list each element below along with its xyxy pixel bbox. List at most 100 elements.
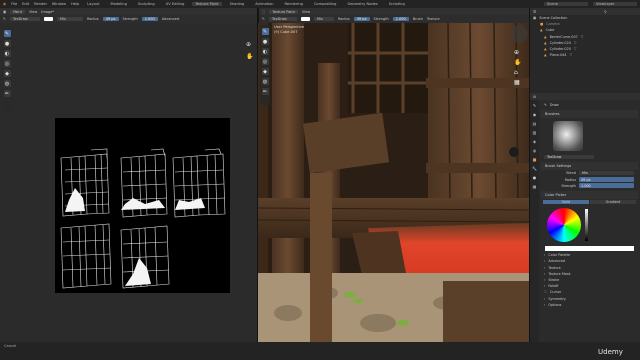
- texture-tab-icon[interactable]: ▦: [533, 184, 537, 189]
- clone-tool-icon[interactable]: ◎: [3, 60, 11, 67]
- brush-settings-title[interactable]: Brush Settings: [541, 162, 638, 171]
- color-swatch[interactable]: [43, 17, 53, 21]
- brush-preview-icon[interactable]: [553, 121, 583, 152]
- tab-texture-paint[interactable]: Texture Paint: [192, 2, 222, 6]
- viewport-mode-selector[interactable]: Texture Paint: [269, 9, 298, 14]
- image-tool-header: ✎ TexDraw Mix Radius 49 px Strength 1.00…: [0, 15, 258, 23]
- editor-type-icon[interactable]: ▣: [3, 10, 6, 14]
- tab-solid[interactable]: Solid: [543, 200, 589, 205]
- viewport-zoom-icon[interactable]: ⊕: [514, 49, 519, 56]
- 3d-viewport[interactable]: User Perspective (9) Cube.007 ✎ ● ◐ ◎ ◆ …: [258, 23, 530, 342]
- menu-render[interactable]: Render: [34, 2, 47, 6]
- section-options[interactable]: › Options: [541, 302, 638, 308]
- viewport-hand-icon[interactable]: ✋: [514, 59, 521, 66]
- viewport-camera-icon[interactable]: ⌂: [514, 69, 518, 76]
- uv-texture-canvas[interactable]: [55, 118, 230, 293]
- viewport-brush-menu[interactable]: Brush: [413, 17, 423, 21]
- current-color-swatch[interactable]: [545, 246, 634, 252]
- viewport-brush-name[interactable]: TexDraw: [268, 17, 297, 21]
- mode-selector[interactable]: Paint: [10, 9, 25, 14]
- properties-icon[interactable]: ⚙: [533, 95, 536, 99]
- viewport-smear-tool-icon[interactable]: ◐: [261, 48, 269, 55]
- smear-tool-icon[interactable]: ◐: [3, 50, 11, 57]
- advanced-menu[interactable]: Advanced: [162, 17, 179, 21]
- viewport-brush-icon[interactable]: ✎: [262, 17, 265, 21]
- tab-geometry-nodes[interactable]: Geometry Nodes: [344, 2, 380, 6]
- viewport-clone-tool-icon[interactable]: ◎: [261, 58, 269, 65]
- object-tab-icon[interactable]: ■: [533, 157, 537, 162]
- tab-modeling[interactable]: Modeling: [108, 2, 130, 6]
- viewport-view-menu[interactable]: View: [302, 10, 310, 14]
- blender-logo-icon[interactable]: ◉: [3, 2, 6, 6]
- scene-selector[interactable]: Scene: [544, 2, 588, 6]
- zoom-icon[interactable]: ⊕: [246, 41, 251, 48]
- strength-field[interactable]: 1.000: [141, 17, 158, 21]
- viewport-fill-tool-icon[interactable]: ◆: [261, 68, 269, 75]
- tab-scripting[interactable]: Scripting: [386, 2, 408, 6]
- brush-icon[interactable]: ✎: [3, 17, 6, 21]
- color-picker-title[interactable]: Color Picker: [541, 190, 638, 199]
- color-wheel-row: [541, 205, 638, 245]
- checkbox-icon[interactable]: ☑: [544, 290, 547, 294]
- viewport-radius-field[interactable]: 49 px: [353, 17, 370, 21]
- strength-slider[interactable]: 1.000: [579, 183, 634, 189]
- brush-tool-row[interactable]: ✎ Draw: [541, 102, 638, 108]
- scene-tab-icon[interactable]: ◈: [533, 139, 536, 144]
- outliner-icon[interactable]: ☰: [533, 10, 536, 14]
- view-layer-tab-icon[interactable]: ▧: [533, 130, 537, 135]
- brush-name[interactable]: TexDraw: [9, 17, 40, 21]
- menu-help[interactable]: Help: [71, 2, 79, 6]
- image-menu[interactable]: Image*: [41, 10, 54, 14]
- viewport-blend-mode[interactable]: Mix: [313, 17, 334, 21]
- viewport-grid-icon[interactable]: ▦: [514, 79, 520, 86]
- tab-shading[interactable]: Shading: [227, 2, 248, 6]
- tab-animation[interactable]: Animation: [252, 2, 276, 6]
- menu-window[interactable]: Window: [52, 2, 66, 6]
- tool-tab-icon[interactable]: ✎: [533, 103, 536, 108]
- viewport-annotate-tool-icon[interactable]: ✏: [261, 88, 269, 95]
- color-wheel[interactable]: [547, 208, 581, 243]
- tab-gradient[interactable]: Gradient: [590, 200, 636, 205]
- blend-mode[interactable]: Mix: [56, 17, 83, 21]
- viewport-color-swatch[interactable]: [300, 17, 310, 21]
- draw-tool-icon[interactable]: ✎: [3, 30, 11, 37]
- blend-label: Blend: [566, 171, 576, 176]
- tab-rendering[interactable]: Rendering: [282, 2, 306, 6]
- navigation-gizmo[interactable]: [510, 25, 528, 43]
- viewport-soften-tool-icon[interactable]: ●: [261, 38, 269, 45]
- tab-sculpting[interactable]: Sculpting: [135, 2, 158, 6]
- tab-uv-editing[interactable]: UV Editing: [163, 2, 188, 6]
- material-tab-icon[interactable]: ●: [533, 175, 537, 180]
- world-tab-icon[interactable]: ◍: [533, 148, 537, 153]
- filter-icon[interactable]: ⚲: [604, 10, 607, 14]
- blend-field[interactable]: Mix: [579, 171, 634, 176]
- menu-file[interactable]: File: [11, 2, 17, 6]
- annotate-tool-icon[interactable]: ✏: [3, 90, 11, 97]
- viewport-draw-tool-icon[interactable]: ✎: [261, 28, 269, 35]
- view-menu[interactable]: View: [29, 10, 37, 14]
- mesh-icon: ▲: [540, 28, 543, 33]
- brushes-panel-title[interactable]: Brushes: [541, 110, 638, 119]
- render-tab-icon[interactable]: ◉: [533, 112, 537, 117]
- brush-name-field[interactable]: TexDraw: [544, 155, 594, 160]
- output-tab-icon[interactable]: ▤: [533, 121, 537, 126]
- fill-tool-icon[interactable]: ◆: [3, 70, 11, 77]
- soften-tool-icon[interactable]: ●: [3, 40, 11, 47]
- tab-compositing[interactable]: Compositing: [311, 2, 340, 6]
- modifier-tab-icon[interactable]: 🔧: [532, 166, 537, 171]
- viewport-editor-type-icon[interactable]: ⬚: [262, 10, 265, 14]
- tab-layout[interactable]: Layout: [84, 2, 102, 6]
- viewport-strength-field[interactable]: 1.000: [392, 17, 409, 21]
- viewlayer-selector[interactable]: ViewLayer: [593, 2, 637, 6]
- outliner-item-label: BezierCurve.007: [549, 34, 578, 39]
- viewport-mask-tool-icon[interactable]: ◍: [261, 78, 269, 85]
- mask-tool-icon[interactable]: ◍: [3, 80, 11, 87]
- radius-slider[interactable]: 49 px: [579, 177, 634, 183]
- hand-icon[interactable]: ✋: [246, 53, 253, 60]
- viewport-texture-menu[interactable]: Texture: [427, 17, 440, 21]
- radius-field[interactable]: 49 px: [102, 17, 119, 21]
- strength-row: Strength 1.000: [541, 183, 638, 189]
- outliner-item-plane-044[interactable]: ▲ Plane.044 ▽: [530, 52, 640, 58]
- menu-edit[interactable]: Edit: [22, 2, 29, 6]
- value-slider[interactable]: [585, 209, 588, 242]
